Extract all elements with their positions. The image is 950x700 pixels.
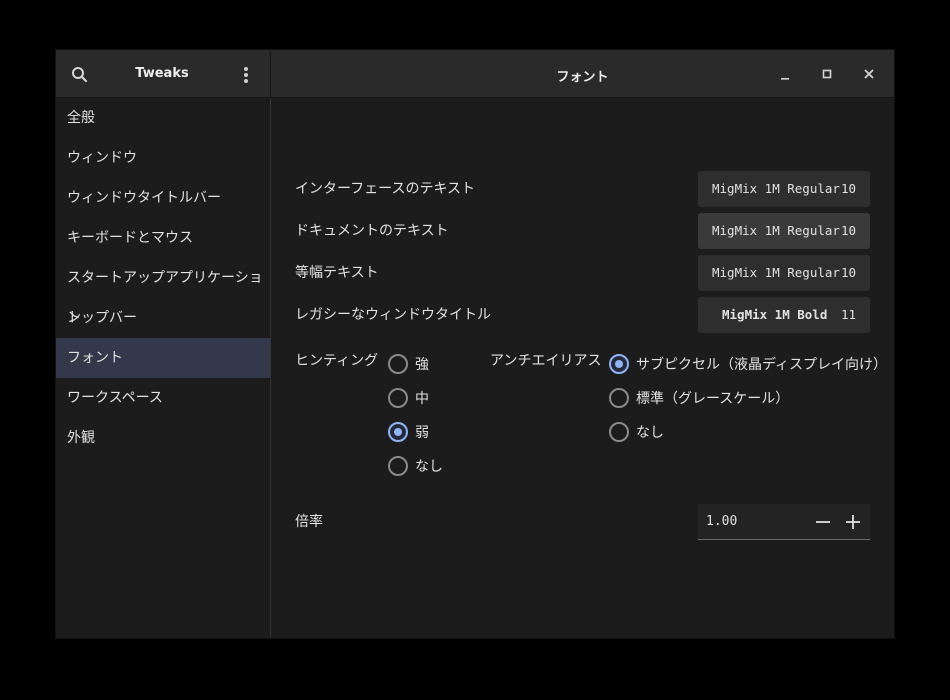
- scaling-factor-label: 倍率: [295, 514, 323, 530]
- antialiasing-label: アンチエイリアス: [490, 353, 602, 369]
- radio-button[interactable]: [388, 354, 408, 374]
- font-name: MigMix 1M Bold: [722, 307, 828, 322]
- monospace-font-button[interactable]: MigMix 1M Regular 10: [698, 255, 870, 291]
- radio-label: 標準（グレースケール）: [636, 391, 790, 407]
- minimize-icon: [781, 78, 789, 80]
- maximize-icon: [822, 69, 832, 79]
- radio-label: 中: [415, 391, 429, 407]
- radio-label: なし: [636, 425, 664, 441]
- monospace-text-label: 等幅テキスト: [295, 265, 379, 281]
- radio-label: 強: [415, 357, 429, 373]
- minimize-button[interactable]: [775, 64, 795, 84]
- font-size: 10: [840, 223, 856, 238]
- sidebar-item-label: ウィンドウ: [67, 150, 137, 166]
- plus-icon: [846, 515, 860, 529]
- radio-button[interactable]: [609, 354, 629, 374]
- sidebar-item-label: ワークスペース: [67, 390, 163, 406]
- font-name: MigMix 1M Regular: [712, 223, 840, 238]
- font-size: 11: [840, 307, 856, 322]
- increment-button[interactable]: [843, 512, 863, 532]
- close-button[interactable]: [859, 64, 879, 84]
- search-button[interactable]: [68, 64, 92, 84]
- sidebar-item-workspaces[interactable]: ワークスペース: [56, 378, 270, 418]
- sidebar-item-window-titlebars[interactable]: ウィンドウタイトルバー: [56, 178, 270, 218]
- radio-button[interactable]: [609, 388, 629, 408]
- radio-label: なし: [415, 459, 443, 475]
- radio-button[interactable]: [388, 388, 408, 408]
- document-font-button[interactable]: MigMix 1M Regular 10: [698, 213, 870, 249]
- search-icon: [72, 67, 88, 83]
- interface-font-button[interactable]: MigMix 1M Regular 10: [698, 171, 870, 207]
- minus-icon: [816, 521, 830, 523]
- tweaks-window: Tweaks フォント 全般 ウィンドウ ウィンドウタイトルバー キーボードとマ…: [56, 50, 894, 638]
- sidebar-item-top-bar[interactable]: トップバー: [56, 298, 270, 338]
- close-icon: [864, 69, 874, 79]
- hinting-label: ヒンティング: [295, 353, 379, 369]
- font-name: MigMix 1M Regular: [712, 181, 840, 196]
- font-size: 10: [840, 265, 856, 280]
- radio-button[interactable]: [388, 456, 408, 476]
- sidebar-item-label: フォント: [67, 350, 123, 366]
- sidebar-item-windows[interactable]: ウィンドウ: [56, 138, 270, 178]
- sidebar-item-appearance[interactable]: 外観: [56, 418, 270, 458]
- radio-button[interactable]: [388, 422, 408, 442]
- decrement-button[interactable]: [813, 512, 833, 532]
- sidebar-item-label: キーボードとマウス: [67, 230, 193, 246]
- scaling-factor-spinbutton[interactable]: 1.00: [698, 504, 870, 540]
- document-text-label: ドキュメントのテキスト: [295, 223, 449, 239]
- legacy-window-title-font-button[interactable]: MigMix 1M Bold 11: [698, 297, 870, 333]
- font-size: 10: [840, 181, 856, 196]
- app-title: Tweaks: [135, 66, 189, 81]
- font-name: MigMix 1M Regular: [712, 265, 840, 280]
- sidebar-item-general[interactable]: 全般: [56, 98, 270, 138]
- sidebar-item-label: トップバー: [67, 310, 137, 326]
- content-header: フォント: [271, 50, 894, 98]
- radio-label: サブピクセル（液晶ディスプレイ向け）: [636, 357, 888, 373]
- radio-button[interactable]: [609, 422, 629, 442]
- sidebar-item-startup-applications[interactable]: スタートアップアプリケーション: [56, 258, 270, 326]
- sidebar-item-label: ウィンドウタイトルバー: [67, 190, 221, 206]
- sidebar-item-keyboard-mouse[interactable]: キーボードとマウス: [56, 218, 270, 258]
- sidebar-item-label: 外観: [67, 430, 95, 446]
- page-title: フォント: [556, 70, 609, 85]
- scaling-factor-value[interactable]: 1.00: [706, 504, 737, 540]
- main-menu-button[interactable]: [240, 64, 252, 84]
- sidebar-item-label: 全般: [67, 110, 95, 126]
- sidebar-header: Tweaks: [56, 50, 271, 98]
- sidebar-item-fonts[interactable]: フォント: [56, 338, 270, 378]
- radio-label: 弱: [415, 425, 429, 441]
- sidebar: 全般 ウィンドウ ウィンドウタイトルバー キーボードとマウス スタートアップアプ…: [56, 98, 271, 638]
- fonts-panel: インターフェースのテキスト MigMix 1M Regular 10 ドキュメン…: [271, 98, 894, 638]
- legacy-window-title-label: レガシーなウィンドウタイトル: [295, 307, 491, 323]
- interface-text-label: インターフェースのテキスト: [295, 181, 476, 197]
- maximize-button[interactable]: [817, 64, 837, 84]
